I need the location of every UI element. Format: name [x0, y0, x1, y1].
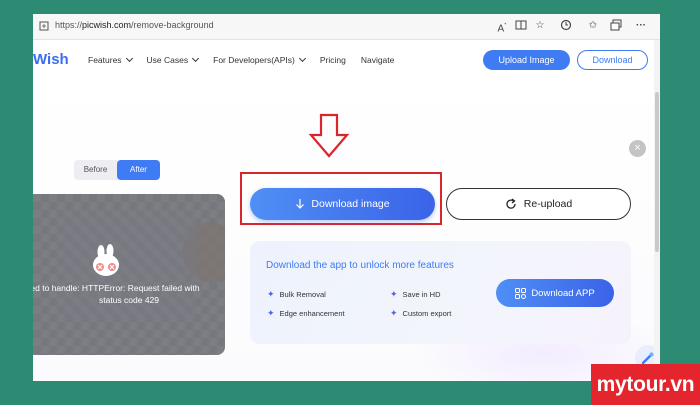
menu-item-navigate[interactable]: Navigate — [361, 55, 395, 65]
sparkle-icon: ✦ — [267, 308, 275, 318]
download-app-button[interactable]: Download APP — [496, 279, 614, 307]
site-header: Wish Features Use Cases For Developers(A… — [33, 41, 660, 79]
feature-save-hd: ✦ Save in HD — [390, 289, 440, 300]
download-app-label: Download APP — [531, 287, 595, 299]
error-mascot-icon — [93, 244, 119, 276]
scrollbar-thumb[interactable] — [655, 92, 659, 252]
url-host: picwish.com — [82, 20, 132, 30]
feature-label: Custom export — [402, 309, 452, 318]
download-button[interactable]: Download — [577, 50, 648, 70]
download-image-label: Download image — [311, 198, 390, 210]
url-scheme: https:// — [55, 20, 83, 30]
feature-edge-enhancement: ✦ Edge enhancement — [267, 308, 345, 319]
menu-label: Features — [88, 55, 122, 65]
error-line-1: ed to handle: HTTPError: Request failed … — [33, 283, 200, 293]
menu-item-use-cases[interactable]: Use Cases — [146, 54, 200, 65]
split-screen-icon[interactable] — [514, 19, 528, 33]
lock-icon[interactable] — [39, 21, 49, 31]
error-line-2: status code 429 — [98, 295, 159, 305]
sparkle-icon: ✦ — [390, 308, 398, 318]
feature-label: Edge enhancement — [279, 309, 345, 318]
menu-item-features[interactable]: Features — [88, 54, 133, 65]
menu-label: Use Cases — [146, 55, 189, 65]
more-icon[interactable]: ··· — [634, 19, 648, 33]
refresh-icon — [506, 198, 516, 209]
apps-grid-icon — [515, 287, 527, 299]
mytour-watermark: mytour.vn — [591, 364, 700, 405]
sparkle-icon: ✦ — [267, 289, 275, 299]
menu-item-developers[interactable]: For Developers(APIs) — [213, 54, 306, 65]
sparkle-icon: ✦ — [390, 289, 398, 299]
menu-label: Pricing — [319, 55, 346, 65]
close-icon[interactable]: × — [629, 140, 646, 157]
image-preview[interactable]: ed to handle: HTTPError: Request failed … — [33, 194, 225, 355]
feature-label: Bulk Removal — [279, 290, 326, 299]
read-aloud-icon[interactable]: Aᐩ — [495, 19, 509, 34]
error-message: ed to handle: HTTPError: Request failed … — [33, 282, 225, 306]
re-upload-label: Re-upload — [523, 198, 573, 210]
arrow-down-icon — [308, 113, 350, 158]
tab-after[interactable]: After — [117, 160, 160, 180]
page-scrollbar[interactable] — [654, 40, 660, 381]
feature-label: Save in HD — [402, 290, 441, 299]
menu-item-pricing[interactable]: Pricing — [320, 55, 346, 65]
collections-icon[interactable] — [609, 19, 623, 33]
feature-custom-export: ✦ Custom export — [390, 308, 451, 319]
browser-window: https://picwish.com/remove-background Aᐩ… — [33, 14, 660, 381]
menu-label: Navigate — [360, 55, 395, 65]
promo-title: Download the app to unlock more features — [266, 260, 454, 271]
chevron-down-icon — [298, 54, 306, 63]
download-image-button[interactable]: Download image — [250, 188, 435, 220]
error-overlay — [33, 194, 225, 355]
address-bar[interactable]: https://picwish.com/remove-background Aᐩ… — [33, 14, 660, 40]
favorite-icon[interactable]: ☆ — [533, 19, 547, 33]
chevron-down-icon — [192, 54, 200, 63]
main-menu: Features Use Cases For Developers(APIs) … — [88, 54, 409, 65]
app-promo-card: Download the app to unlock more features… — [250, 241, 631, 344]
extension-icon[interactable] — [559, 19, 573, 33]
menu-label: For Developers(APIs) — [213, 55, 295, 65]
chevron-down-icon — [125, 54, 133, 63]
download-arrow-icon — [296, 198, 305, 209]
re-upload-button[interactable]: Re-upload — [446, 188, 631, 220]
favorites-list-icon[interactable]: ✩ — [586, 19, 600, 33]
before-after-toggle: Before After — [74, 160, 160, 180]
url-text[interactable]: https://picwish.com/remove-background — [55, 20, 214, 30]
picwish-logo[interactable]: Wish — [33, 51, 69, 68]
url-path: /remove-background — [131, 20, 214, 30]
tab-before[interactable]: Before — [74, 160, 117, 180]
feature-bulk-removal: ✦ Bulk Removal — [267, 289, 326, 300]
upload-image-button[interactable]: Upload Image — [483, 50, 570, 70]
